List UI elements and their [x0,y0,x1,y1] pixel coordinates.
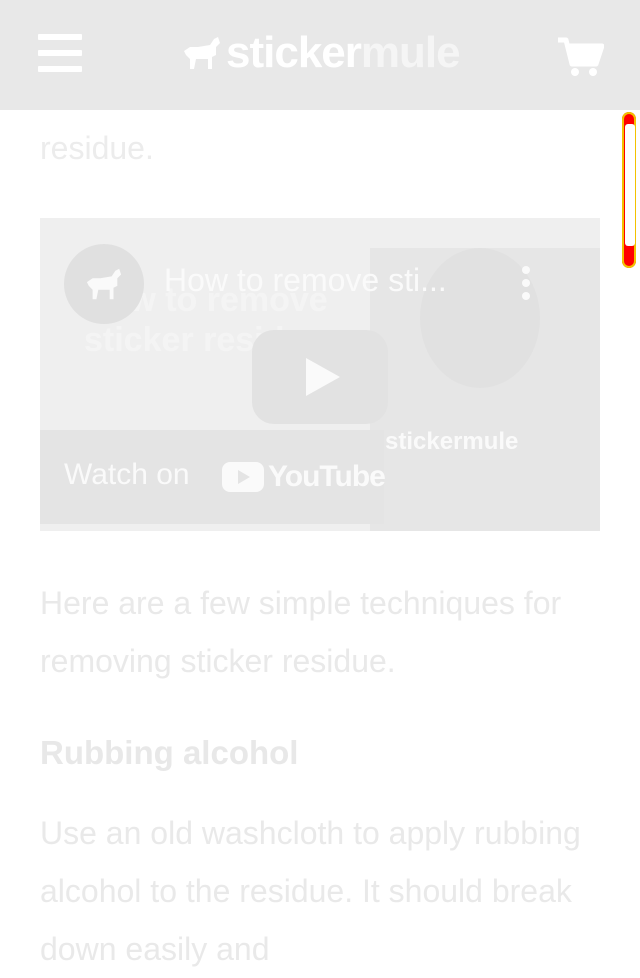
watch-on-label: Watch on [64,458,190,491]
youtube-wordmark: YouTube [268,460,386,493]
play-button[interactable] [252,330,388,424]
play-icon [306,358,340,396]
shopping-cart-icon[interactable] [556,36,604,78]
video-title[interactable]: How to remove sti... [164,262,447,299]
article-partial-text: residue. [40,130,154,166]
sticker-mule-logo[interactable]: stickermule [180,28,461,78]
scrollbar-thumb[interactable] [625,124,635,246]
video-shirt-logo: stickermule [385,428,519,455]
horse-icon [86,268,122,300]
watch-on-youtube-button[interactable]: Watch on YouTube [40,430,386,524]
hamburger-menu-icon[interactable] [38,34,82,74]
channel-avatar[interactable] [64,244,144,324]
youtube-play-icon [222,462,264,492]
logo-text-sticker: sticker [226,28,362,77]
section-heading: Rubbing alcohol [40,734,299,771]
logo-text-mule: mule [360,28,461,77]
youtube-logo: YouTube [222,460,386,494]
section-paragraph: Use an old washcloth to apply rubbing al… [40,815,581,967]
article-intro-paragraph: Here are a few simple techniques for rem… [40,585,562,679]
horse-icon [184,37,220,69]
more-vertical-icon[interactable] [520,266,532,300]
youtube-video-embed[interactable]: How to remove sticker residue stickermul… [40,218,600,531]
site-header: stickermule [0,0,640,110]
